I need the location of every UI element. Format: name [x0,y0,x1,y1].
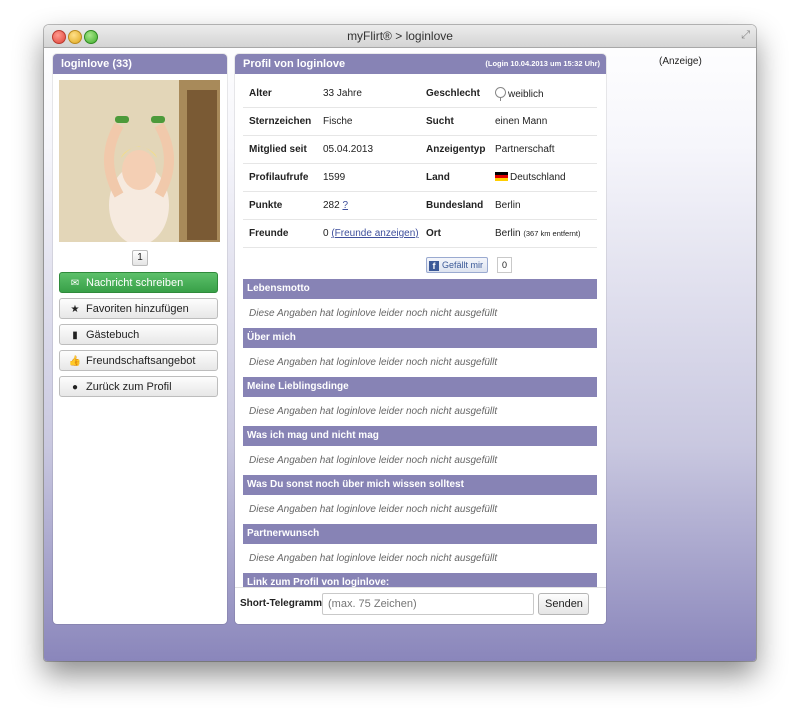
state-label: Bundesland [420,191,489,220]
guestbook-label: Gästebuch [86,329,140,341]
profile-info-table: Alter 33 Jahre Geschlecht weiblich Stern… [243,80,597,248]
friendship-offer-button[interactable]: 👍 Freundschaftsangebot [59,350,218,371]
member-since-label: Mitglied seit [243,135,317,164]
country-value: Deutschland [510,172,566,183]
info-row: Sternzeichen Fische Sucht einen Mann [243,107,597,136]
zodiac-label: Sternzeichen [243,107,317,136]
seeking-label: Sucht [420,107,489,136]
add-favorite-button[interactable]: ★ Favoriten hinzufügen [59,298,218,319]
gender-value-cell: weiblich [489,80,597,108]
info-row: Mitglied seit 05.04.2013 Anzeigentyp Par… [243,135,597,164]
profile-card-title: loginlove (33) [53,54,227,74]
section-partner-header: Partnerwunsch [243,524,597,544]
info-row: Freunde 0 (Freunde anzeigen) Ort Berlin … [243,219,597,248]
facebook-like-label: Gefällt mir [442,260,484,270]
info-row: Alter 33 Jahre Geschlecht weiblich [243,80,597,108]
city-value: Berlin [495,228,521,239]
city-value-cell: Berlin (367 km entfernt) [489,219,597,248]
profile-panel-header: Profil von loginlove (Login 10.04.2013 u… [235,54,606,74]
thumbs-up-icon: 👍 [68,356,82,367]
section-motto-body: Diese Angaben hat loginlove leider noch … [249,308,498,319]
points-label: Punkte [243,191,317,220]
points-help-link[interactable]: ? [342,200,348,211]
friendship-offer-label: Freundschaftsangebot [86,355,196,367]
book-icon: ▮ [72,330,78,341]
section-about-header: Über mich [243,328,597,348]
facebook-icon: f [429,261,439,271]
points-value: 282 [323,200,340,211]
write-message-button[interactable]: ✉ Nachricht schreiben [59,272,218,293]
section-partner-body: Diese Angaben hat loginlove leider noch … [249,553,498,564]
send-button[interactable]: Senden [538,593,589,615]
fullscreen-icon[interactable]: ⤢ [741,29,750,42]
member-since-value: 05.04.2013 [317,135,420,164]
add-favorite-label: Favoriten hinzufügen [86,303,189,315]
info-row: Punkte 282 ? Bundesland Berlin [243,191,597,220]
age-value: 33 Jahre [317,80,420,108]
german-flag-icon [495,172,508,181]
profile-panel: Profil von loginlove (Login 10.04.2013 u… [235,54,606,624]
back-to-profile-button[interactable]: ● Zurück zum Profil [59,376,218,397]
friends-value-cell: 0 (Freunde anzeigen) [317,219,420,248]
country-value-cell: Deutschland [489,163,597,192]
female-icon [495,87,506,101]
seeking-value: einen Mann [489,107,597,136]
user-icon: ● [71,382,79,393]
section-more-header: Was Du sonst noch über mich wissen sollt… [243,475,597,495]
city-label: Ort [420,219,489,248]
section-motto-header: Lebensmotto [243,279,597,299]
friends-value: 0 [323,228,329,239]
section-more-body: Diese Angaben hat loginlove leider noch … [249,504,498,515]
points-value-cell: 282 ? [317,191,420,220]
window-title: myFlirt® > loginlove [347,29,453,43]
section-likes-header: Was ich mag und nicht mag [243,426,597,446]
short-telegram-bar: Short-Telegramm Senden [235,587,606,624]
app-window: myFlirt® > loginlove ⤢ loginlove (33) 1 … [44,25,756,661]
star-icon: ★ [70,304,80,315]
photo-page-indicator[interactable]: 1 [132,250,148,266]
profile-card: loginlove (33) 1 ✉ Nachricht schreiben ★ F… [53,54,227,624]
section-likes-body: Diese Angaben hat loginlove leider noch … [249,455,498,466]
ad-label: (Anzeige) [659,56,702,67]
friends-label: Freunde [243,219,317,248]
profile-sections: Lebensmotto Diese Angaben hat loginlove … [243,279,597,593]
short-telegram-input[interactable] [322,593,534,615]
write-message-label: Nachricht schreiben [86,277,184,289]
show-friends-link[interactable]: (Freunde anzeigen) [331,228,418,239]
country-label: Land [420,163,489,192]
envelope-icon: ✉ [70,278,80,289]
zodiac-value: Fische [317,107,420,136]
gender-value: weiblich [508,89,544,100]
section-about-body: Diese Angaben hat loginlove leider noch … [249,357,498,368]
ad-type-value: Partnerschaft [489,135,597,164]
profile-views-label: Profilaufrufe [243,163,317,192]
state-value: Berlin [489,191,597,220]
facebook-like-button[interactable]: f Gefällt mir [426,257,489,273]
facebook-like-count: 0 [497,257,513,273]
profile-views-value: 1599 [317,163,420,192]
profile-panel-title: Profil von loginlove [243,58,346,70]
last-login-info: (Login 10.04.2013 um 15:32 Uhr) [485,59,600,68]
profile-photo[interactable] [59,80,220,245]
section-favorites-header: Meine Lieblingsdinge [243,377,597,397]
short-telegram-label: Short-Telegramm [240,598,323,609]
gender-label: Geschlecht [420,80,489,108]
back-to-profile-label: Zurück zum Profil [86,381,172,393]
age-label: Alter [243,80,317,108]
ad-type-label: Anzeigentyp [420,135,489,164]
distance-note: (367 km entfernt) [523,229,581,238]
info-row: Profilaufrufe 1599 Land Deutschland [243,163,597,192]
section-favorites-body: Diese Angaben hat loginlove leider noch … [249,406,498,417]
title-bar: myFlirt® > loginlove ⤢ [44,25,756,48]
guestbook-button[interactable]: ▮ Gästebuch [59,324,218,345]
